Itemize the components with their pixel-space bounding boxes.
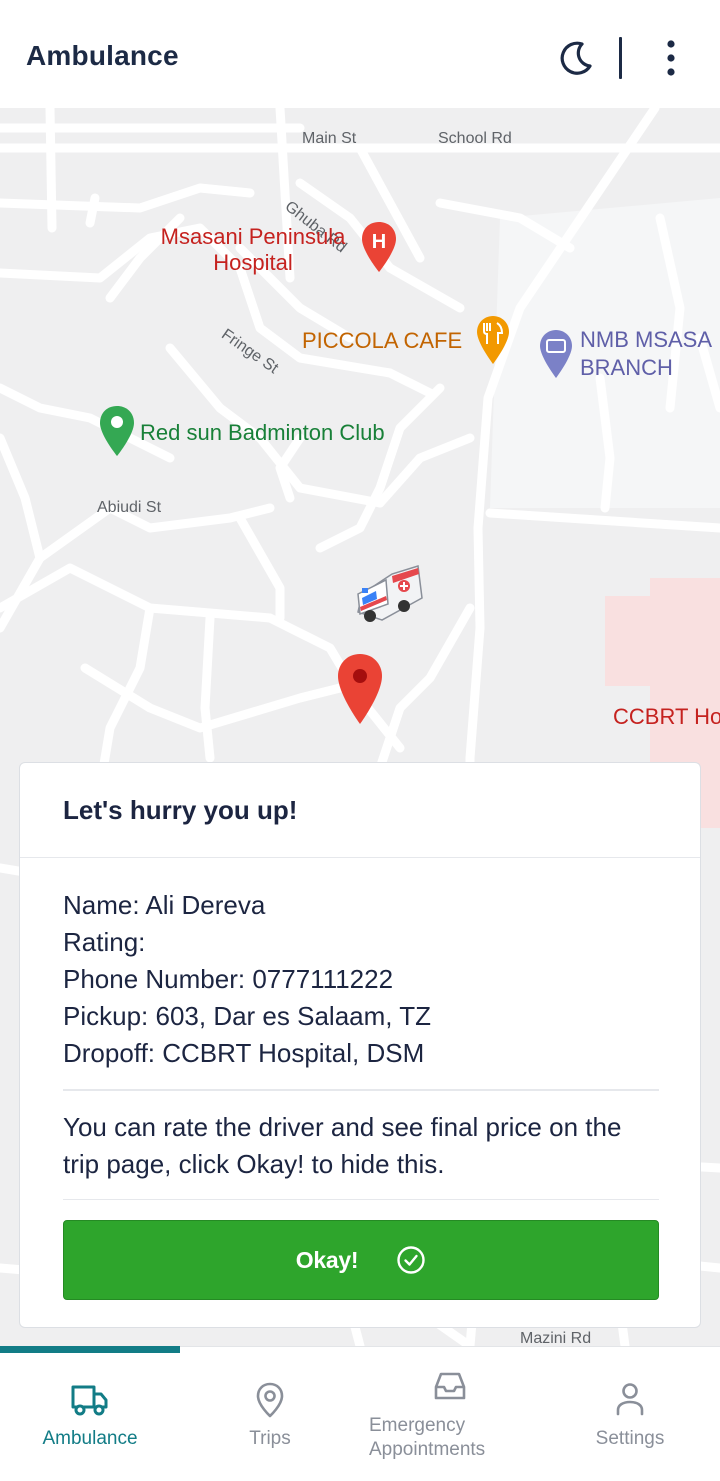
tab-label: Settings bbox=[595, 1428, 665, 1449]
bottom-tab-bar: Ambulance Trips Emergency Appointments S… bbox=[0, 1346, 720, 1481]
page-title: Ambulance bbox=[26, 40, 179, 71]
okay-button-label: Okay! bbox=[295, 1246, 359, 1273]
info-note: You can rate the driver and see final pr… bbox=[63, 1112, 622, 1179]
okay-button[interactable]: Okay! bbox=[63, 1220, 659, 1300]
driver-details: Name: Ali Dereva Rating: Phone Number: 0… bbox=[63, 887, 431, 1072]
tab-settings[interactable]: Settings bbox=[540, 1347, 720, 1481]
user-icon bbox=[616, 1383, 644, 1416]
driver-info-card: Let's hurry you up! Name: Ali Dereva Rat… bbox=[19, 762, 701, 1328]
ambulance-vehicle-icon[interactable] bbox=[352, 558, 424, 628]
location-pin-icon[interactable] bbox=[336, 652, 384, 726]
tab-label-line2: Appointments bbox=[369, 1439, 486, 1460]
dropoff-location: Dropoff: CCBRT Hospital, DSM bbox=[63, 1038, 425, 1068]
street-label: Abiudi St bbox=[97, 499, 162, 516]
bank-marker-icon[interactable] bbox=[538, 328, 574, 380]
driver-name: Name: Ali Dereva bbox=[63, 890, 266, 920]
poi-bank-line2: BRANCH bbox=[580, 355, 673, 380]
poi-hospital-line1: Msasani Peninsula bbox=[160, 224, 346, 249]
hospital-marker-icon[interactable]: H bbox=[360, 220, 398, 274]
poi-cafe-label: PICCOLA CAFE bbox=[302, 328, 463, 353]
divider bbox=[63, 1089, 659, 1091]
tab-label: Ambulance bbox=[42, 1428, 138, 1449]
tab-label: Trips bbox=[249, 1428, 291, 1449]
header-divider bbox=[619, 37, 622, 79]
driver-phone: Phone Number: 0777111222 bbox=[63, 964, 394, 994]
poi-bank-label: NMB MSASA BRANCH bbox=[580, 326, 712, 382]
map-pin-icon bbox=[256, 1382, 284, 1418]
street-label: School Rd bbox=[438, 130, 512, 147]
check-circle-icon bbox=[397, 1246, 425, 1274]
dark-mode-moon-icon[interactable] bbox=[552, 38, 594, 80]
tab-ambulance[interactable]: Ambulance bbox=[0, 1347, 180, 1481]
driver-rating: Rating: bbox=[63, 927, 146, 957]
more-options-icon[interactable] bbox=[656, 38, 686, 80]
pickup-location: Pickup: 603, Dar es Salaam, TZ bbox=[63, 1001, 432, 1031]
street-label: Main St bbox=[302, 130, 357, 147]
tab-label: Emergency Appointments bbox=[369, 1414, 529, 1462]
card-heading: Let's hurry you up! bbox=[20, 763, 700, 858]
poi-club-label: Red sun Badminton Club bbox=[140, 420, 385, 445]
tab-trips[interactable]: Trips bbox=[180, 1347, 360, 1481]
inbox-icon bbox=[434, 1372, 466, 1400]
cafe-marker-icon[interactable] bbox=[475, 314, 511, 366]
poi-hospital-label: Msasani Peninsula Hospital bbox=[152, 224, 354, 276]
poi-bank-line1: NMB MSASA bbox=[580, 327, 713, 352]
app-bar: Ambulance bbox=[0, 0, 720, 108]
truck-icon bbox=[71, 1385, 108, 1416]
poi-ccbrt-label: CCBRT Ho bbox=[613, 704, 720, 729]
tab-label-line1: Emergency bbox=[369, 1415, 466, 1436]
poi-hospital-line2: Hospital bbox=[213, 250, 293, 275]
tab-emergency-appointments[interactable]: Emergency Appointments bbox=[340, 1347, 520, 1481]
club-marker-icon[interactable] bbox=[98, 404, 136, 458]
svg-text:H: H bbox=[372, 231, 386, 253]
divider bbox=[63, 1199, 659, 1200]
street-label: Mazini Rd bbox=[520, 1330, 592, 1346]
